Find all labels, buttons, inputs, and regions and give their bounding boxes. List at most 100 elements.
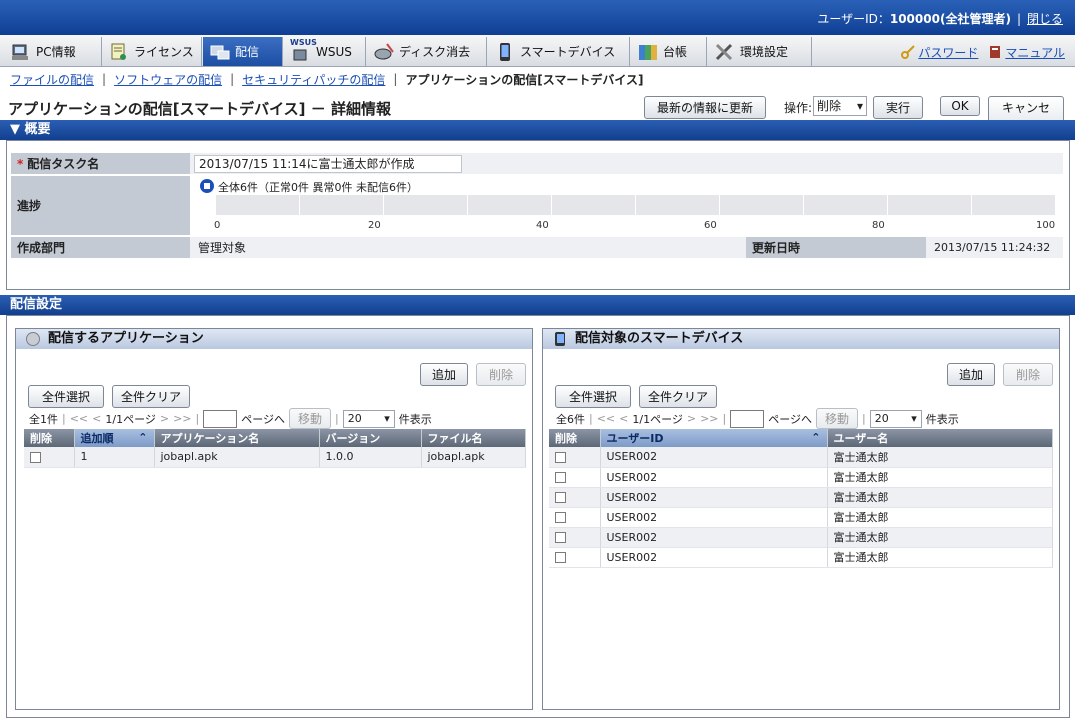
wsus-icon: WSUS <box>290 38 317 62</box>
sort-icon: ⌃ <box>811 431 821 444</box>
menu-right-links: パスワード マニュアル <box>901 44 1065 61</box>
ok-button[interactable]: OK <box>940 96 980 116</box>
row-delete-checkbox[interactable] <box>555 532 566 543</box>
apps-col-delete[interactable]: 削除 <box>24 429 75 447</box>
manual-icon <box>988 45 1002 59</box>
progress-tick-60: 60 <box>704 220 717 231</box>
devices-col-user-name[interactable]: ユーザー名 <box>827 429 1053 447</box>
table-row: 1 jobapl.apk 1.0.0 jobapl.apk <box>24 447 526 468</box>
devices-panel: 配信対象のスマートデバイス 追加 削除 全件選択 全件クリア 全6件 | << … <box>542 328 1060 710</box>
devices-add-button[interactable]: 追加 <box>947 363 995 386</box>
apps-delete-button[interactable]: 削除 <box>476 363 526 386</box>
apps-goto-suffix: ページへ <box>241 412 286 426</box>
license-icon <box>108 42 130 62</box>
apps-col-version[interactable]: バージョン <box>319 429 422 447</box>
devices-first-page[interactable]: << <box>597 412 615 425</box>
overview-header[interactable]: ▼ 概要 <box>0 120 1075 140</box>
menu-settings[interactable]: 環境設定 <box>708 37 812 66</box>
devices-page-info: 1/1ページ <box>632 412 683 426</box>
progress-text: 全体6件（正常0件 異常0件 未配信6件） <box>218 181 418 194</box>
menu-distribution[interactable]: 配信 <box>203 37 283 66</box>
devices-col-user-id[interactable]: ユーザーID ⌃ <box>600 429 828 447</box>
app-file: jobapl.apk <box>421 447 526 468</box>
apps-count: 全1件 <box>29 412 58 426</box>
title-bar: アプリケーションの配信[スマートデバイス] － 詳細情報 最新の情報に更新 操作… <box>0 92 1075 136</box>
apps-move-button[interactable]: 移動 <box>289 408 332 429</box>
apps-panel: 配信するアプリケーション 追加 削除 全件選択 全件クリア 全1件 | << <… <box>15 328 533 710</box>
apps-next-page[interactable]: > <box>160 412 169 425</box>
devices-goto-suffix: ページへ <box>768 412 813 426</box>
menu-license[interactable]: ライセンス <box>102 37 202 66</box>
apps-col-order[interactable]: 追加順 ⌃ <box>74 429 155 447</box>
devices-delete-button[interactable]: 削除 <box>1003 363 1053 386</box>
menu-ledger[interactable]: 台帳 <box>631 37 707 66</box>
apps-col-file[interactable]: ファイル名 <box>421 429 526 447</box>
subnav-software-distribution[interactable]: ソフトウェアの配信 <box>114 71 222 88</box>
device-user-name: 富士通太郎 <box>827 447 1053 468</box>
row-delete-checkbox[interactable] <box>30 451 41 463</box>
progress-tick-100: 100 <box>1036 220 1056 231</box>
apps-add-button[interactable]: 追加 <box>420 363 468 386</box>
devices-per-page-suffix: 件表示 <box>925 412 959 426</box>
top-bar: ユーザーID：100000(全社管理者) | 閉じる <box>0 0 1075 35</box>
logout-link[interactable]: 閉じる <box>1027 12 1063 26</box>
key-icon <box>901 45 916 59</box>
ledger-icon <box>637 42 659 62</box>
row-delete-checkbox[interactable] <box>555 492 566 503</box>
apps-page-input[interactable] <box>203 409 238 428</box>
row-delete-checkbox[interactable] <box>555 552 566 563</box>
devices-per-page-select[interactable]: 20 <box>869 409 922 428</box>
menu-wsus-label: WSUS <box>316 44 352 59</box>
apps-clear-all-button[interactable]: 全件クリア <box>112 385 190 408</box>
menu-pc-info[interactable]: PC情報 <box>4 37 102 66</box>
row-delete-checkbox[interactable] <box>555 512 566 523</box>
table-row: USER002 富士通太郎 <box>549 507 1053 528</box>
settings-header: 配信設定 <box>0 295 1075 315</box>
device-user-name: 富士通太郎 <box>827 527 1053 548</box>
menu-disk-erase[interactable]: ディスク消去 <box>367 37 487 66</box>
refresh-button[interactable]: 最新の情報に更新 <box>644 96 766 119</box>
devices-select-all-button[interactable]: 全件選択 <box>555 385 631 408</box>
apps-per-page-select[interactable]: 20 <box>342 409 395 428</box>
apps-first-page[interactable]: << <box>70 412 88 425</box>
menu-ledger-label: 台帳 <box>663 45 688 59</box>
device-user-name: 富士通太郎 <box>827 487 1053 508</box>
apps-prev-page[interactable]: < <box>92 412 101 425</box>
devices-next-page[interactable]: > <box>687 412 696 425</box>
progress-bar <box>216 195 1056 215</box>
devices-last-page[interactable]: >> <box>700 412 718 425</box>
device-user-id: USER002 <box>600 547 828 568</box>
menu-smart-device[interactable]: スマートデバイス <box>488 37 630 66</box>
menu-wsus[interactable]: WSUS WSUS <box>284 37 366 66</box>
devices-clear-all-button[interactable]: 全件クリア <box>639 385 717 408</box>
devices-col-delete[interactable]: 削除 <box>549 429 601 447</box>
row-delete-checkbox[interactable] <box>555 451 566 463</box>
subnav-file-distribution[interactable]: ファイルの配信 <box>10 71 94 88</box>
menu-settings-label: 環境設定 <box>740 45 789 59</box>
user-label: ユーザーID： <box>817 12 890 26</box>
user-value: 100000(全社管理者) <box>889 12 1011 26</box>
apps-col-name[interactable]: アプリケーション名 <box>154 429 320 447</box>
devices-page-input[interactable] <box>730 409 765 428</box>
progress-tick-40: 40 <box>536 220 549 231</box>
updated-label: 更新日時 <box>746 237 926 259</box>
devices-panel-header: 配信対象のスマートデバイス <box>543 329 1059 349</box>
apps-per-page-suffix: 件表示 <box>398 412 432 426</box>
progress-tick-80: 80 <box>872 220 885 231</box>
operation-value: 削除 <box>817 99 842 113</box>
operation-select[interactable]: 削除 ▾ <box>813 96 867 116</box>
devices-move-button[interactable]: 移動 <box>816 408 859 429</box>
manual-link[interactable]: マニュアル <box>1005 46 1065 60</box>
row-delete-checkbox[interactable] <box>555 472 566 483</box>
task-name-field[interactable]: 2013/07/15 11:14に富士通太郎が作成 <box>194 155 462 173</box>
app-version: 1.0.0 <box>319 447 422 468</box>
password-link[interactable]: パスワード <box>918 46 978 60</box>
subnav-patch-distribution[interactable]: セキュリティパッチの配信 <box>242 71 385 88</box>
device-user-name: 富士通太郎 <box>827 547 1053 568</box>
execute-button[interactable]: 実行 <box>873 96 923 119</box>
apps-select-all-button[interactable]: 全件選択 <box>28 385 104 408</box>
apps-last-page[interactable]: >> <box>173 412 191 425</box>
sort-asc-icon: ⌃ <box>138 431 148 444</box>
devices-prev-page[interactable]: < <box>619 412 628 425</box>
progress-tick-20: 20 <box>368 220 381 231</box>
